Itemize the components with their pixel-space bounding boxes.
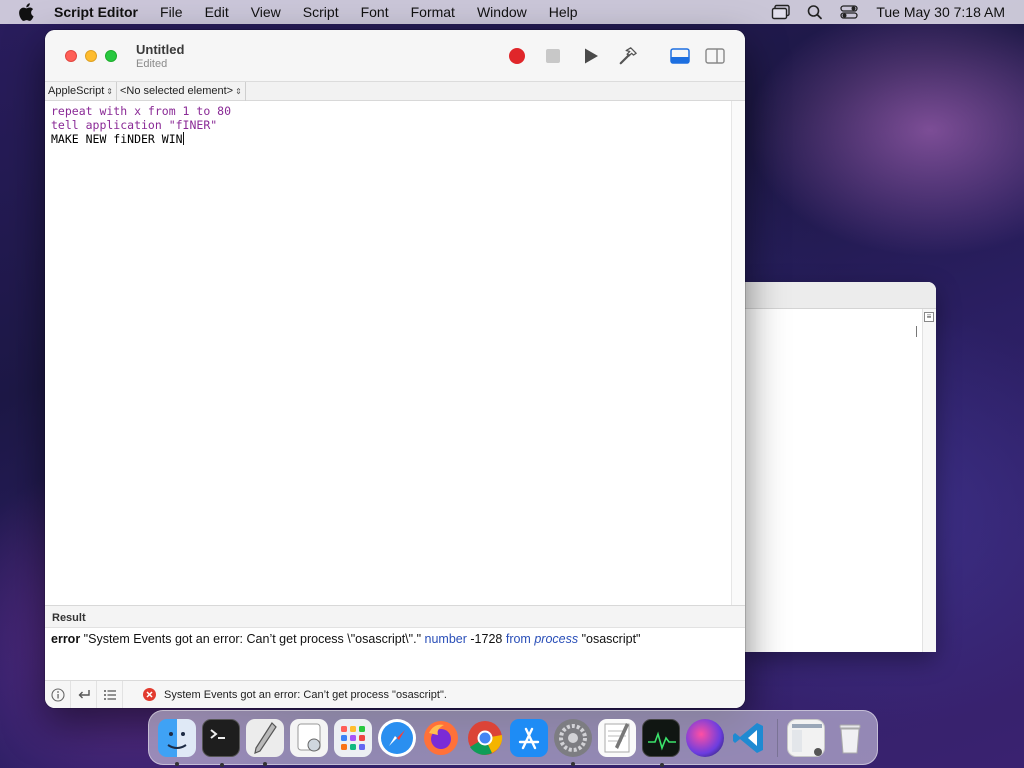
- sidebar-panel-icon: [705, 48, 725, 64]
- window-title: Untitled: [136, 42, 185, 57]
- apple-menu-icon[interactable]: [16, 1, 38, 23]
- updown-chevron-icon: ⇕: [235, 86, 242, 96]
- dock-terminal-icon[interactable]: [202, 718, 240, 767]
- dock-finder-icon[interactable]: [158, 718, 196, 766]
- result-error-message: "System Events got an error: Can’t get p…: [83, 632, 422, 646]
- language-selector[interactable]: AppleScript ⇕: [45, 81, 117, 101]
- zoom-window-button[interactable]: [105, 50, 117, 62]
- dock-launchpad-icon[interactable]: [334, 718, 372, 757]
- menu-bar-clock[interactable]: Tue May 30 7:18 AM: [876, 4, 1005, 20]
- language-label: AppleScript: [48, 85, 105, 97]
- menu-app-name[interactable]: Script Editor: [54, 4, 138, 20]
- dock-preview-icon[interactable]: [290, 718, 328, 757]
- minimize-window-button[interactable]: [85, 50, 97, 62]
- spotlight-search-icon[interactable]: [805, 4, 825, 20]
- run-button[interactable]: [581, 46, 601, 66]
- menu-help[interactable]: Help: [549, 4, 578, 20]
- dock-running-indicator: [660, 762, 664, 767]
- result-from-keyword: from: [505, 632, 531, 646]
- menu-edit[interactable]: Edit: [205, 4, 229, 20]
- code-line-3: MAKE NEW fiNDER WIN: [51, 132, 183, 146]
- text-cursor: [182, 132, 184, 145]
- background-window-split-icon[interactable]: ≡: [924, 312, 934, 322]
- dock-screenshot-thumbnail-icon[interactable]: [787, 718, 825, 757]
- play-icon: [585, 48, 598, 64]
- script-editor-textarea[interactable]: repeat with x from 1 to 80 tell applicat…: [45, 101, 731, 605]
- menu-format[interactable]: Format: [411, 4, 455, 20]
- return-arrow-icon: [78, 689, 90, 698]
- stop-button[interactable]: [543, 46, 563, 66]
- menu-file[interactable]: File: [160, 4, 183, 20]
- dock-running-indicator: [175, 761, 179, 766]
- bottom-panel-icon: [670, 48, 690, 64]
- updown-chevron-icon: ⇕: [106, 86, 113, 96]
- result-number-keyword: number: [424, 632, 467, 646]
- dock-siri-icon[interactable]: [686, 718, 724, 757]
- hammer-icon: [619, 47, 637, 65]
- result-error-keyword: error: [51, 632, 81, 646]
- show-log-button[interactable]: [670, 46, 690, 66]
- close-window-button[interactable]: [65, 50, 77, 62]
- dock-separator: [777, 718, 778, 757]
- menu-bar: Script Editor File Edit View Script Font…: [0, 0, 1024, 24]
- dock-app-store-icon[interactable]: [510, 718, 548, 757]
- editor-scrollbar[interactable]: [731, 101, 745, 605]
- control-center-icon[interactable]: [839, 4, 859, 20]
- element-selector[interactable]: <No selected element> ⇕: [117, 81, 246, 101]
- result-number-value: -1728: [470, 632, 503, 646]
- screen-mirroring-icon[interactable]: [771, 4, 791, 20]
- result-header: Result: [45, 605, 745, 628]
- background-window-scrollbar[interactable]: [922, 309, 936, 652]
- background-window-cursor: [916, 326, 917, 337]
- script-editor-window: Untitled Edited AppleScript ⇕ <No select…: [45, 30, 745, 708]
- code-line-3-wrapper: MAKE NEW fiNDER WIN: [51, 132, 731, 146]
- record-icon: [509, 48, 525, 64]
- dock-running-indicator: [571, 761, 575, 766]
- dock-vscode-icon[interactable]: [730, 719, 768, 757]
- events-list-button[interactable]: [97, 680, 123, 708]
- dock-running-indicator: [263, 761, 267, 766]
- dock-activity-monitor-icon[interactable]: [642, 718, 680, 767]
- dock-system-preferences-icon[interactable]: [554, 718, 592, 766]
- error-icon: [143, 688, 156, 701]
- dock-textedit-icon[interactable]: [598, 718, 636, 757]
- menu-window[interactable]: Window: [477, 4, 527, 20]
- list-icon: [103, 689, 116, 700]
- dock: [148, 710, 878, 767]
- status-message: System Events got an error: Can’t get pr…: [164, 688, 447, 701]
- code-line-1: repeat with x from 1 to 80: [51, 104, 232, 118]
- dock-safari-icon[interactable]: [378, 718, 416, 757]
- record-button[interactable]: [507, 46, 527, 66]
- code-line-2: tell application "fINER": [51, 118, 218, 132]
- element-label: <No selected element>: [119, 85, 234, 97]
- dock-trash-icon[interactable]: [831, 719, 869, 757]
- dock-chrome-icon[interactable]: [466, 719, 504, 757]
- result-process-value: "osascript": [581, 632, 641, 646]
- result-output: error "System Events got an error: Can’t…: [45, 628, 745, 680]
- show-sidebar-button[interactable]: [705, 46, 725, 66]
- compile-button[interactable]: [618, 46, 638, 66]
- stop-icon: [546, 49, 560, 63]
- background-window-titlebar[interactable]: [742, 282, 936, 309]
- info-icon: [50, 687, 65, 702]
- info-button[interactable]: [45, 680, 71, 708]
- replies-button[interactable]: [71, 680, 97, 708]
- menu-font[interactable]: Font: [361, 4, 389, 20]
- result-process-keyword: process: [534, 632, 579, 646]
- dock-running-indicator: [220, 762, 224, 767]
- background-window[interactable]: ≡: [742, 282, 936, 652]
- dock-firefox-icon[interactable]: [422, 719, 460, 757]
- menu-view[interactable]: View: [251, 4, 281, 20]
- menu-script[interactable]: Script: [303, 4, 339, 20]
- window-titlebar[interactable]: Untitled Edited: [45, 30, 745, 82]
- window-subtitle: Edited: [136, 58, 168, 70]
- dock-script-editor-icon[interactable]: [246, 718, 284, 766]
- navigation-bar: AppleScript ⇕ <No selected element> ⇕: [45, 81, 745, 101]
- status-bar: System Events got an error: Can’t get pr…: [45, 680, 745, 708]
